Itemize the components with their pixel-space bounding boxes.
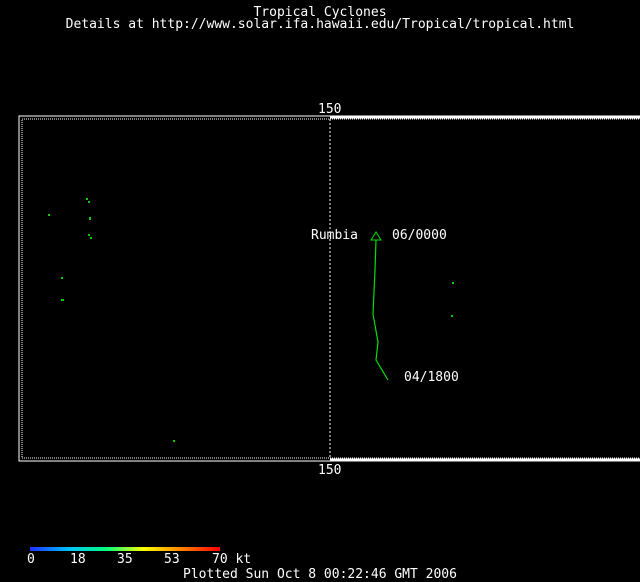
island-dot [61, 277, 63, 279]
scale-tick-0: 0 [27, 552, 35, 567]
island-dot [90, 237, 92, 239]
scale-tick-53: 53 [164, 552, 180, 567]
island-dot [88, 201, 90, 203]
scale-tick-18: 18 [70, 552, 86, 567]
storm-end-marker [370, 231, 382, 241]
island-dot [89, 217, 91, 220]
island-dot [88, 234, 90, 236]
map-frame-inner [21, 118, 640, 459]
storm-name-label: Rumbia [311, 228, 358, 243]
cyclone-map: Rumbia 06/0000 04/1800 [18, 115, 640, 462]
island-dot [61, 299, 64, 301]
island-dot [452, 282, 454, 284]
island-dot [86, 198, 88, 200]
island-dot [173, 440, 175, 442]
storm-start-time-label: 04/1800 [404, 370, 459, 385]
storm-track-rumbia [372, 239, 389, 381]
scale-tick-70-kt: 70 kt [212, 552, 252, 567]
storm-end-time-label: 06/0000 [392, 228, 447, 243]
plotted-timestamp: Plotted Sun Oct 8 00:22:46 GMT 2006 [183, 567, 457, 582]
island-dot [48, 214, 50, 216]
wind-speed-color-scale [30, 547, 220, 551]
scale-tick-35: 35 [117, 552, 133, 567]
island-dot [451, 315, 453, 317]
